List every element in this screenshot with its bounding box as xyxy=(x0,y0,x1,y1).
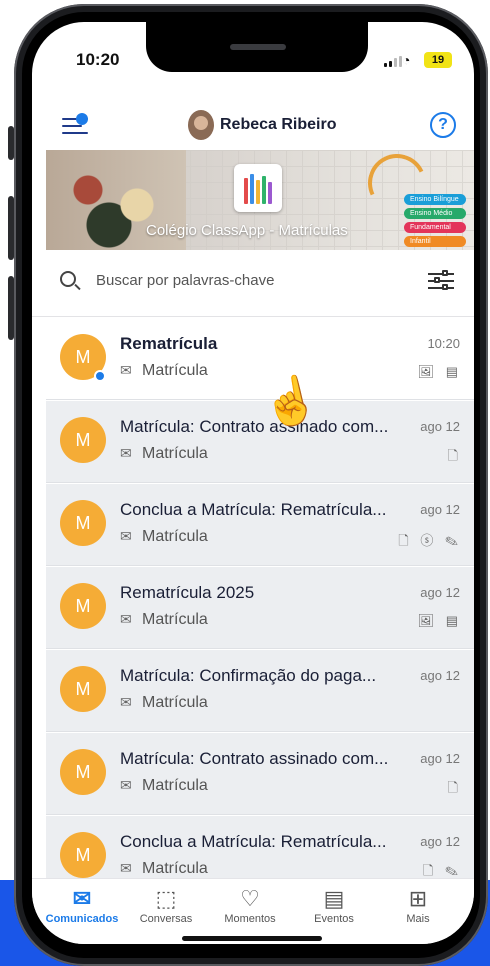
tab-label: Eventos xyxy=(314,913,354,925)
envelope-icon: ✉ xyxy=(120,860,132,876)
message-time: ago 12 xyxy=(420,751,460,766)
wifi-icon: ◔ xyxy=(402,52,411,68)
message-category: Matrícula xyxy=(142,860,208,877)
message-title: Matrícula: Contrato assinado com... xyxy=(120,417,389,436)
app-screen: 10:20 ◔ 19 Rebeca Ribeiro ? Ensino Bilín… xyxy=(32,22,474,944)
message-time: ago 12 xyxy=(420,585,460,600)
app-header: Rebeca Ribeiro ? xyxy=(32,106,474,146)
attachment-icons: 🖼 ▤ xyxy=(417,613,462,628)
filter-icon[interactable] xyxy=(428,270,454,292)
status-time: 10:20 xyxy=(76,50,120,69)
message-time: 10:20 xyxy=(427,336,460,351)
search-icon xyxy=(60,271,76,287)
battery-indicator: 19 xyxy=(424,52,452,68)
attachment-icons: 🗋 ✎ xyxy=(422,863,462,878)
sender-avatar: M xyxy=(60,583,106,629)
tab-eventos[interactable]: ▤ Eventos xyxy=(292,885,376,925)
pointer-hand-icon: ☝ xyxy=(257,369,324,433)
sender-avatar: M xyxy=(60,500,106,546)
list-item[interactable]: M Conclua a Matrícula: Rematrícula... ✉ Mat… xyxy=(46,816,474,878)
search-input[interactable]: Buscar por palavras-chave xyxy=(96,272,274,289)
message-title: Conclua a Matrícula: Rematrícula... xyxy=(120,832,387,851)
message-category: Matrícula xyxy=(142,362,208,379)
mute-switch xyxy=(8,126,14,160)
signal-icon xyxy=(384,56,402,67)
envelope-icon: ✉ xyxy=(120,611,132,627)
banner-tag: Infantil xyxy=(404,236,466,247)
sender-avatar: M xyxy=(60,832,106,878)
volume-up-button xyxy=(8,196,14,260)
message-category: Matrícula xyxy=(142,777,208,794)
tab-label: Mais xyxy=(406,913,430,925)
message-title: Matrícula: Confirmação do paga... xyxy=(120,666,377,685)
envelope-icon: ✉ xyxy=(120,777,132,793)
message-title: Matrícula: Contrato assinado com... xyxy=(120,749,389,768)
tab-bar: ✉ Comunicados ⬚ Conversas ♡ Momentos ▤ Eventos ⊞… xyxy=(32,878,474,944)
school-banner: Ensino Bilíngue Ensino Médio Fundamental… xyxy=(46,150,474,250)
message-title: Rematrícula 2025 xyxy=(120,583,255,602)
menu-icon[interactable] xyxy=(62,113,88,136)
banner-tag: Fundamental xyxy=(404,222,466,233)
home-indicator xyxy=(182,936,322,941)
tab-mais[interactable]: ⊞ Mais xyxy=(376,885,460,925)
message-title: Rematrícula xyxy=(120,334,218,353)
message-time: ago 12 xyxy=(420,834,460,849)
tab-momentos[interactable]: ♡ Momentos xyxy=(208,885,292,925)
envelope-icon: ✉ xyxy=(120,362,132,378)
message-list: M Rematrícula ✉ Matrícula 10:20 🖼 ▤ M Matrícula… xyxy=(32,318,474,878)
list-item[interactable]: M Matrícula: Contrato assinado com... ✉ Mat… xyxy=(46,733,474,815)
tab-label: Momentos xyxy=(224,913,276,925)
sender-avatar: M xyxy=(60,417,106,463)
attachment-icons: 🗋 xyxy=(447,448,462,463)
tab-conversas[interactable]: ⬚ Conversas xyxy=(124,885,208,925)
attachment-icons: 🖼 ▤ xyxy=(417,364,462,379)
message-category: Matrícula xyxy=(142,528,208,545)
grid-plus-icon: ⊞ xyxy=(408,886,428,911)
volume-down-button xyxy=(8,276,14,340)
list-item[interactable]: M Rematrícula 2025 ✉ Matrícula ago 12 🖼 ▤ xyxy=(46,567,474,649)
chat-icon: ⬚ xyxy=(155,886,177,911)
sender-avatar: M xyxy=(60,749,106,795)
list-item[interactable]: M Matrícula: Contrato assinado com... ✉ Mat… xyxy=(46,401,474,483)
message-title: Conclua a Matrícula: Rematrícula... xyxy=(120,500,387,519)
attachment-icons: 🗋 ⓢ ✎ xyxy=(398,533,462,548)
sender-avatar: M xyxy=(60,666,106,712)
notification-dot xyxy=(76,113,88,125)
tab-label: Comunicados xyxy=(45,913,119,925)
divider xyxy=(32,316,474,317)
banner-title: Colégio ClassApp - Matrículas xyxy=(146,222,348,239)
banner-tag: Ensino Médio xyxy=(404,208,466,219)
banner-tag: Ensino Bilíngue xyxy=(404,194,466,205)
message-time: ago 12 xyxy=(420,419,460,434)
help-icon[interactable]: ? xyxy=(430,112,456,138)
status-bar: 10:20 ◔ 19 xyxy=(32,50,474,74)
envelope-icon: ✉ xyxy=(120,445,132,461)
envelope-icon: ✉ xyxy=(120,528,132,544)
list-item[interactable]: M Matrícula: Confirmação do paga... ✉ Matrí… xyxy=(46,650,474,732)
user-name[interactable]: Rebeca Ribeiro xyxy=(220,116,336,134)
tab-comunicados[interactable]: ✉ Comunicados xyxy=(40,885,124,925)
school-logo xyxy=(234,164,282,212)
attachment-icons: 🗋 xyxy=(447,780,462,795)
message-category: Matrícula xyxy=(142,445,208,462)
message-category: Matrícula xyxy=(142,694,208,711)
search-bar[interactable]: Buscar por palavras-chave xyxy=(32,268,474,298)
list-item[interactable]: M Conclua a Matrícula: Rematrícula... ✉ Mat… xyxy=(46,484,474,566)
unread-dot xyxy=(94,370,106,382)
message-category: Matrícula xyxy=(142,611,208,628)
message-time: ago 12 xyxy=(420,668,460,683)
calendar-icon: ▤ xyxy=(323,886,345,911)
heart-icon: ♡ xyxy=(240,886,260,911)
message-time: ago 12 xyxy=(420,502,460,517)
avatar[interactable] xyxy=(188,110,214,140)
envelope-icon: ✉ xyxy=(120,694,132,710)
tab-label: Conversas xyxy=(139,913,193,925)
envelope-icon: ✉ xyxy=(72,886,92,911)
